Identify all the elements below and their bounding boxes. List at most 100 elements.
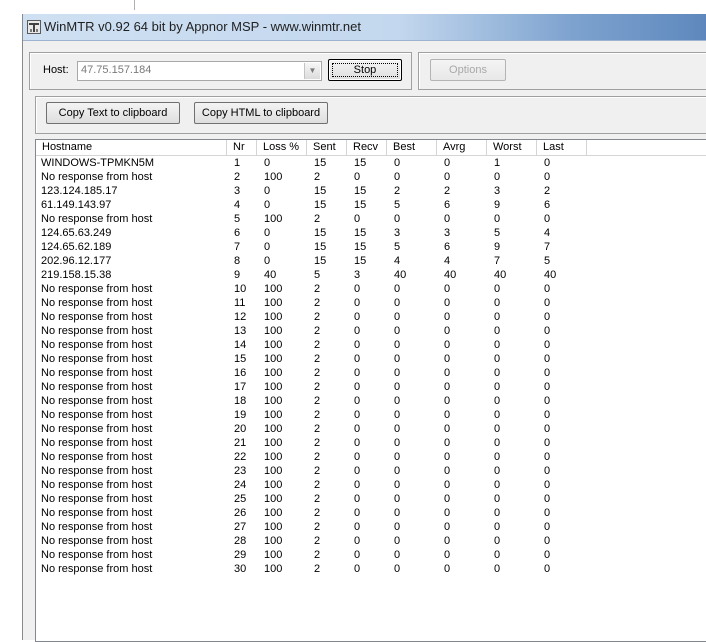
column-header-last[interactable]: Last bbox=[537, 140, 587, 155]
cell-recv: 15 bbox=[354, 199, 367, 211]
cell-last: 5 bbox=[544, 255, 551, 267]
host-value[interactable]: 47.75.157.184 bbox=[81, 64, 151, 76]
column-header-hostname[interactable]: Hostname bbox=[36, 140, 227, 155]
cell-last: 0 bbox=[544, 157, 551, 169]
cell-hostname: No response from host bbox=[41, 437, 153, 449]
host-groupbox: Host: 47.75.157.184 ▼ Stop bbox=[29, 52, 412, 90]
cell-nr: 4 bbox=[234, 199, 241, 211]
table-row[interactable]: No response from host 26 100 2 0 0 0 0 0 bbox=[36, 506, 706, 520]
copy-text-button[interactable]: Copy Text to clipboard bbox=[46, 102, 180, 124]
table-row[interactable]: No response from host 21 100 2 0 0 0 0 0 bbox=[36, 436, 706, 450]
table-row[interactable]: 123.124.185.17 3 0 15 15 2 2 3 2 bbox=[36, 184, 706, 198]
cell-worst: 0 bbox=[494, 339, 501, 351]
cell-loss: 100 bbox=[264, 311, 283, 323]
cell-worst: 3 bbox=[494, 185, 501, 197]
cell-worst: 0 bbox=[494, 465, 501, 477]
table-row[interactable]: No response from host 29 100 2 0 0 0 0 0 bbox=[36, 548, 706, 562]
copy-html-button[interactable]: Copy HTML to clipboard bbox=[194, 102, 328, 124]
cell-avrg: 0 bbox=[444, 479, 451, 491]
options-button[interactable]: Options bbox=[430, 59, 506, 81]
table-row[interactable]: No response from host 17 100 2 0 0 0 0 0 bbox=[36, 380, 706, 394]
cell-worst: 5 bbox=[494, 227, 501, 239]
table-row[interactable]: 202.96.12.177 8 0 15 15 4 4 7 5 bbox=[36, 254, 706, 268]
cell-nr: 30 bbox=[234, 563, 247, 575]
table-row[interactable]: No response from host 10 100 2 0 0 0 0 0 bbox=[36, 282, 706, 296]
table-row[interactable]: No response from host 24 100 2 0 0 0 0 0 bbox=[36, 478, 706, 492]
column-header-best[interactable]: Best bbox=[387, 140, 437, 155]
table-row[interactable]: No response from host 23 100 2 0 0 0 0 0 bbox=[36, 464, 706, 478]
table-row[interactable]: 124.65.63.249 6 0 15 15 3 3 5 4 bbox=[36, 226, 706, 240]
cell-worst: 40 bbox=[494, 269, 507, 281]
cell-avrg: 0 bbox=[444, 297, 451, 309]
cell-sent: 2 bbox=[314, 283, 321, 295]
cell-hostname: No response from host bbox=[41, 479, 153, 491]
cell-best: 0 bbox=[394, 437, 401, 449]
cell-nr: 3 bbox=[234, 185, 241, 197]
column-header-avrg[interactable]: Avrg bbox=[437, 140, 487, 155]
cell-hostname: No response from host bbox=[41, 353, 153, 365]
column-header-loss[interactable]: Loss % bbox=[257, 140, 307, 155]
cell-avrg: 0 bbox=[444, 549, 451, 561]
cell-recv: 0 bbox=[354, 297, 361, 309]
cell-nr: 8 bbox=[234, 255, 241, 267]
stop-button[interactable]: Stop bbox=[328, 59, 402, 81]
cell-hostname: No response from host bbox=[41, 367, 153, 379]
table-row[interactable]: No response from host 27 100 2 0 0 0 0 0 bbox=[36, 520, 706, 534]
table-row[interactable]: 219.158.15.38 9 40 5 3 40 40 40 40 bbox=[36, 268, 706, 282]
cell-best: 5 bbox=[394, 241, 401, 253]
cell-avrg: 0 bbox=[444, 157, 451, 169]
cell-nr: 17 bbox=[234, 381, 247, 393]
table-row[interactable]: No response from host 22 100 2 0 0 0 0 0 bbox=[36, 450, 706, 464]
cell-sent: 2 bbox=[314, 367, 321, 379]
cell-recv: 3 bbox=[354, 269, 361, 281]
cell-worst: 9 bbox=[494, 241, 501, 253]
table-row[interactable]: No response from host 12 100 2 0 0 0 0 0 bbox=[36, 310, 706, 324]
column-header-nr[interactable]: Nr bbox=[227, 140, 257, 155]
table-row[interactable]: 124.65.62.189 7 0 15 15 5 6 9 7 bbox=[36, 240, 706, 254]
cell-best: 3 bbox=[394, 227, 401, 239]
table-row[interactable]: No response from host 5 100 2 0 0 0 0 0 bbox=[36, 212, 706, 226]
table-row[interactable]: No response from host 30 100 2 0 0 0 0 0 bbox=[36, 562, 706, 576]
cell-sent: 15 bbox=[314, 157, 327, 169]
cell-sent: 2 bbox=[314, 423, 321, 435]
table-row[interactable]: 61.149.143.97 4 0 15 15 5 6 9 6 bbox=[36, 198, 706, 212]
cell-hostname: No response from host bbox=[41, 465, 153, 477]
cell-loss: 100 bbox=[264, 479, 283, 491]
cell-recv: 15 bbox=[354, 241, 367, 253]
table-row[interactable]: No response from host 28 100 2 0 0 0 0 0 bbox=[36, 534, 706, 548]
table-row[interactable]: No response from host 14 100 2 0 0 0 0 0 bbox=[36, 338, 706, 352]
results-listview[interactable]: Hostname Nr Loss % Sent Recv Best Avrg W… bbox=[35, 139, 706, 642]
table-row[interactable]: No response from host 25 100 2 0 0 0 0 0 bbox=[36, 492, 706, 506]
table-row[interactable]: No response from host 2 100 2 0 0 0 0 0 bbox=[36, 170, 706, 184]
table-row[interactable]: No response from host 16 100 2 0 0 0 0 0 bbox=[36, 366, 706, 380]
cell-loss: 100 bbox=[264, 171, 283, 183]
stop-button-label: Stop bbox=[353, 64, 377, 76]
cell-nr: 10 bbox=[234, 283, 247, 295]
cell-nr: 21 bbox=[234, 437, 247, 449]
table-row[interactable]: No response from host 20 100 2 0 0 0 0 0 bbox=[36, 422, 706, 436]
cell-recv: 0 bbox=[354, 549, 361, 561]
cell-nr: 11 bbox=[234, 297, 246, 309]
cell-avrg: 0 bbox=[444, 451, 451, 463]
table-row[interactable]: WINDOWS-TPMKN5M 1 0 15 15 0 0 1 0 bbox=[36, 156, 706, 170]
column-header-recv[interactable]: Recv bbox=[347, 140, 387, 155]
table-row[interactable]: No response from host 15 100 2 0 0 0 0 0 bbox=[36, 352, 706, 366]
column-header-worst[interactable]: Worst bbox=[487, 140, 537, 155]
cell-avrg: 0 bbox=[444, 507, 451, 519]
cell-avrg: 0 bbox=[444, 521, 451, 533]
chevron-down-icon[interactable]: ▼ bbox=[304, 63, 320, 79]
cell-loss: 100 bbox=[264, 213, 283, 225]
table-row[interactable]: No response from host 11 100 2 0 0 0 0 0 bbox=[36, 296, 706, 310]
table-row[interactable]: No response from host 13 100 2 0 0 0 0 0 bbox=[36, 324, 706, 338]
host-label: Host: bbox=[43, 64, 69, 76]
title-bar[interactable]: WinMTR v0.92 64 bit by Appnor MSP - www.… bbox=[23, 14, 706, 41]
cell-sent: 2 bbox=[314, 297, 321, 309]
table-row[interactable]: No response from host 18 100 2 0 0 0 0 0 bbox=[36, 394, 706, 408]
host-combobox[interactable]: 47.75.157.184 ▼ bbox=[77, 61, 322, 81]
table-row[interactable]: No response from host 19 100 2 0 0 0 0 0 bbox=[36, 408, 706, 422]
cell-worst: 0 bbox=[494, 353, 501, 365]
cell-last: 0 bbox=[544, 549, 551, 561]
cell-sent: 2 bbox=[314, 311, 321, 323]
column-header-sent[interactable]: Sent bbox=[307, 140, 347, 155]
cell-avrg: 0 bbox=[444, 465, 451, 477]
